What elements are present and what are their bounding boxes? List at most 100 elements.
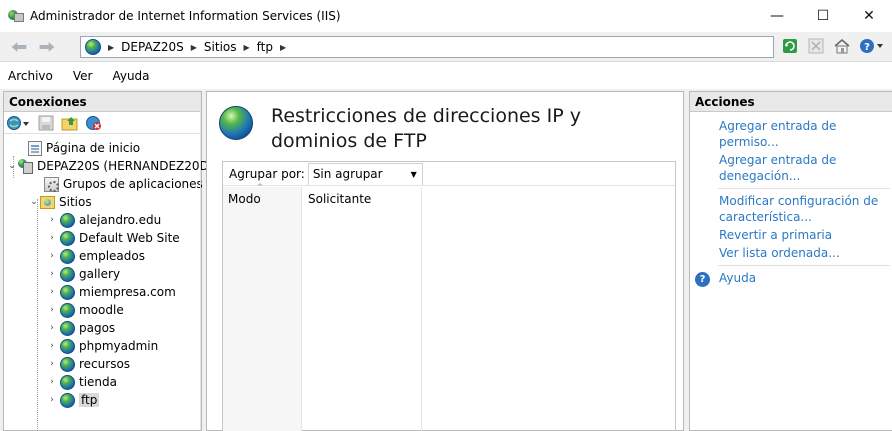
scrollbar[interactable] <box>200 92 201 430</box>
tree-item-label: Sitios <box>59 195 92 209</box>
sort-caret-icon: ^ <box>257 183 263 191</box>
group-by-bar: Agrupar por: Sin agrupar ▼ <box>223 162 675 186</box>
title-bar: Administrador de Internet Information Se… <box>0 0 892 32</box>
connections-tree: Página de inicio ⌄ DEPAZ20S (HERNANDEZ20… <box>4 139 217 431</box>
chevron-right-icon[interactable]: › <box>46 215 58 225</box>
tree-item-server[interactable]: ⌄ DEPAZ20S (HERNANDEZ20DC <box>4 157 217 175</box>
site-globe-icon <box>60 320 75 336</box>
edit-feature-settings-link[interactable]: Modificar configuración de característic… <box>690 193 885 225</box>
chevron-down-icon[interactable]: ⌄ <box>6 161 18 171</box>
site-globe-icon <box>60 338 75 354</box>
disconnect-icon <box>86 115 101 130</box>
help-icon: ? <box>695 271 710 287</box>
chevron-right-icon[interactable]: › <box>46 359 58 369</box>
back-button[interactable] <box>10 38 28 56</box>
tree-item-label: moodle <box>79 303 124 317</box>
chevron-right-icon[interactable]: › <box>46 269 58 279</box>
chevron-right-icon[interactable]: › <box>46 323 58 333</box>
column-header-modo[interactable]: Modo <box>228 192 261 206</box>
globe-icon <box>85 39 101 55</box>
tree-item-label: DEPAZ20S (HERNANDEZ20DC <box>37 159 218 173</box>
tree-item-label: miempresa.com <box>79 285 176 299</box>
chevron-right-icon[interactable]: › <box>46 287 58 297</box>
feature-title: Restricciones de direcciones IP y domini… <box>271 105 581 152</box>
save-icon <box>38 115 54 130</box>
tree-item-site[interactable]: › recursos <box>4 355 201 373</box>
chevron-right-icon: ▶ <box>190 42 197 52</box>
chevron-right-icon[interactable]: › <box>46 305 58 315</box>
help-dropdown-button[interactable]: ? <box>858 36 886 56</box>
chevron-right-icon[interactable]: › <box>46 251 58 261</box>
chevron-down-icon[interactable]: ⌄ <box>28 197 40 207</box>
connections-header: Conexiones <box>4 92 201 112</box>
connect-button[interactable] <box>6 114 32 132</box>
site-globe-icon <box>60 392 75 408</box>
tree-item-site[interactable]: › miempresa.com <box>4 283 201 301</box>
tree-item-site[interactable]: › Default Web Site <box>4 229 201 247</box>
tree-item-label: alejandro.edu <box>79 213 162 227</box>
breadcrumb-ftp[interactable]: ftp <box>257 40 273 54</box>
add-deny-entry-link[interactable]: Agregar entrada de denegación... <box>690 152 885 184</box>
tree-item-site[interactable]: › empleados <box>4 247 201 265</box>
stop-button[interactable] <box>806 36 826 56</box>
menu-archivo[interactable]: Archivo <box>8 69 53 83</box>
feature-header: Restricciones de direcciones IP y domini… <box>219 104 679 152</box>
breadcrumb-server[interactable]: DEPAZ20S <box>121 40 184 54</box>
address-box[interactable]: ▶ DEPAZ20S ▶ Sitios ▶ ftp ▶ <box>80 36 774 58</box>
tree-item-start-page[interactable]: Página de inicio <box>4 139 201 157</box>
menu-ayuda[interactable]: Ayuda <box>112 69 149 83</box>
tree-item-site[interactable]: › moodle <box>4 301 201 319</box>
tree-item-site[interactable]: › tienda <box>4 373 201 391</box>
refresh-button[interactable] <box>780 36 800 56</box>
help-link[interactable]: Ayuda <box>710 270 892 286</box>
help-action[interactable]: ? Ayuda <box>690 270 892 288</box>
group-by-select[interactable]: Sin agrupar ▼ <box>307 162 423 185</box>
maximize-button[interactable]: ☐ <box>800 0 846 32</box>
connect-globe-icon <box>7 115 29 130</box>
tree-item-label: pagos <box>79 321 116 335</box>
revert-to-parent-link[interactable]: Revertir a primaria <box>690 227 885 243</box>
menu-bar: Archivo Ver Ayuda <box>0 63 892 89</box>
start-page-icon <box>28 140 42 156</box>
remove-connection-button[interactable] <box>84 114 104 132</box>
forward-button[interactable] <box>38 38 56 56</box>
tree-item-label: phpmyadmin <box>79 339 159 353</box>
app-pool-icon <box>44 176 59 192</box>
tree-item-site-selected[interactable]: › ftp <box>4 391 201 409</box>
column-header-solicitante[interactable]: Solicitante <box>308 192 371 206</box>
chevron-right-icon: ▶ <box>280 42 287 52</box>
chevron-right-icon[interactable]: › <box>46 395 58 405</box>
home-icon <box>834 39 850 54</box>
breadcrumb-sites[interactable]: Sitios <box>204 40 237 54</box>
entries-grid: Agrupar por: Sin agrupar ▼ ^ Modo Solici… <box>222 161 676 431</box>
minimize-button[interactable]: — <box>754 0 800 32</box>
tree-item-label: tienda <box>79 375 117 389</box>
view-ordered-list-link[interactable]: Ver lista ordenada... <box>690 245 885 261</box>
tree-item-label: Grupos de aplicaciones <box>63 177 203 191</box>
folder-up-icon <box>61 116 78 130</box>
chevron-right-icon[interactable]: › <box>46 377 58 387</box>
up-folder-button[interactable] <box>60 114 80 132</box>
tree-item-site[interactable]: › phpmyadmin <box>4 337 201 355</box>
tree-item-site[interactable]: › alejandro.edu <box>4 211 201 229</box>
actions-header: Acciones <box>690 92 892 112</box>
window-controls: — ☐ ✕ <box>754 0 892 32</box>
tree-item-sites[interactable]: ⌄ Sitios <box>4 193 201 211</box>
close-button[interactable]: ✕ <box>846 0 892 32</box>
tree-item-site[interactable]: › gallery <box>4 265 201 283</box>
home-button[interactable] <box>832 36 852 56</box>
address-tools: ? <box>780 36 892 56</box>
add-allow-entry-link[interactable]: Agregar entrada de permiso... <box>690 118 885 150</box>
chevron-right-icon[interactable]: › <box>46 341 58 351</box>
save-button[interactable] <box>36 114 56 132</box>
stop-icon <box>808 38 824 54</box>
pane-area: Conexiones Página de inicio ⌄ DEPAZ20S (… <box>0 89 892 431</box>
menu-ver[interactable]: Ver <box>73 69 93 83</box>
chevron-right-icon: ▶ <box>243 42 250 52</box>
site-globe-icon <box>60 266 75 282</box>
tree-item-site[interactable]: › pagos <box>4 319 201 337</box>
chevron-right-icon[interactable]: › <box>46 233 58 243</box>
connections-toolbar <box>4 112 201 134</box>
site-globe-icon <box>60 230 75 246</box>
tree-item-app-pools[interactable]: Grupos de aplicaciones <box>4 175 203 193</box>
